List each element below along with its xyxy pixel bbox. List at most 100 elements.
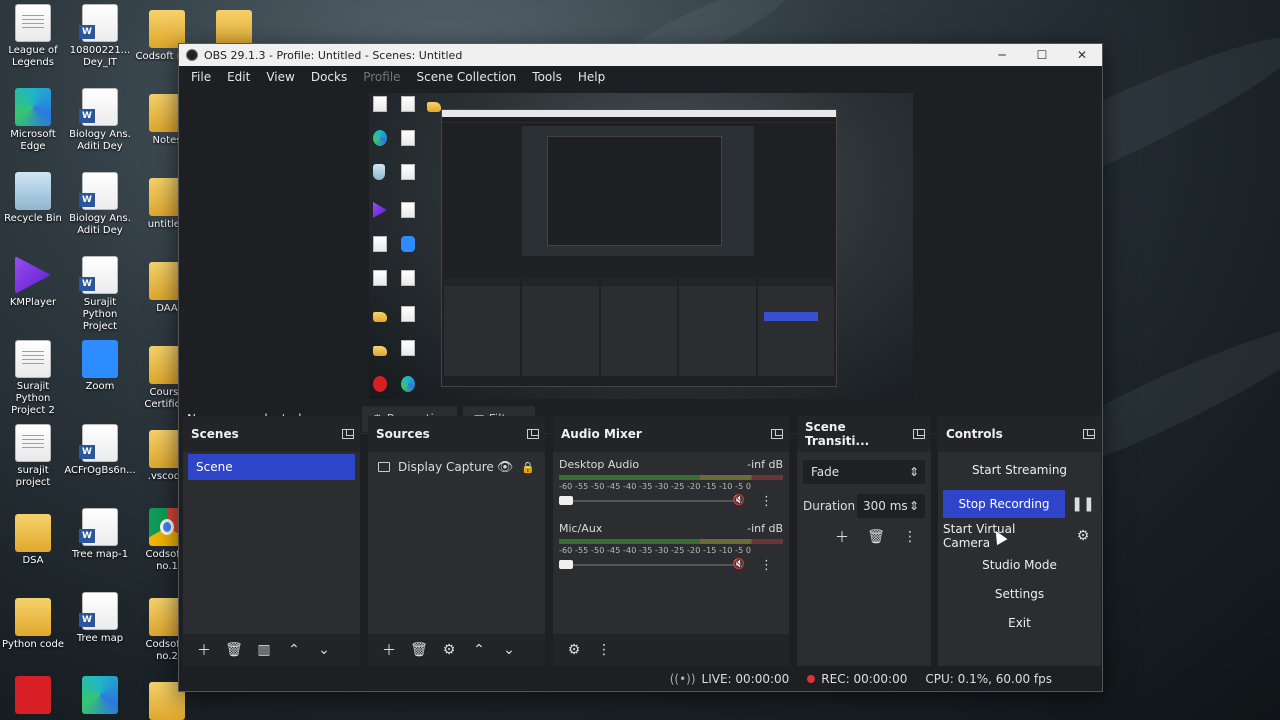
minimize-button[interactable]: ─ xyxy=(982,44,1022,66)
desktop-icon[interactable]: KMPlayer xyxy=(0,256,66,336)
settings-button[interactable]: Settings xyxy=(943,580,1096,608)
exit-button[interactable]: Exit xyxy=(943,609,1096,637)
desktop-icon[interactable]: Recycle Bin xyxy=(0,172,66,252)
desktop-icon[interactable]: surajit project xyxy=(0,424,66,504)
volume-slider[interactable] xyxy=(559,496,743,505)
source-item[interactable]: Display Capture 👁 🔒 xyxy=(374,456,539,478)
word-icon xyxy=(79,88,118,126)
scene-filters-icon[interactable]: ▥ xyxy=(253,639,275,661)
menu-view[interactable]: View xyxy=(260,70,300,84)
preview-icon xyxy=(401,96,415,112)
desktop-icon[interactable] xyxy=(67,676,133,720)
pause-recording-icon[interactable]: ❚❚ xyxy=(1069,490,1097,518)
antenna-icon: ((•)) xyxy=(669,672,696,686)
menu-docks[interactable]: Docks xyxy=(305,70,353,84)
menu-help[interactable]: Help xyxy=(572,70,611,84)
desktop-icon[interactable]: DSA xyxy=(0,508,66,588)
advanced-audio-icon[interactable]: ⚙ xyxy=(563,639,585,661)
undock-icon[interactable] xyxy=(527,429,539,439)
menu-edit[interactable]: Edit xyxy=(221,70,256,84)
move-down-icon[interactable]: ⌄ xyxy=(498,639,520,661)
sources-dock: Sources Display Capture 👁 🔒 ＋ 🗑 ⚙ ⌃ ⌄ xyxy=(368,416,545,666)
word-icon xyxy=(79,172,118,210)
menu-profile[interactable]: Profile xyxy=(357,70,406,84)
remove-scene-icon[interactable]: 🗑 xyxy=(223,639,245,661)
undock-icon[interactable] xyxy=(771,429,783,439)
add-transition-icon[interactable]: ＋ xyxy=(831,526,853,548)
monitor-icon xyxy=(378,462,390,472)
close-button[interactable]: ✕ xyxy=(1062,44,1102,66)
preview-icon xyxy=(373,130,387,146)
desktop-icon[interactable]: ACFrOgBs6n... xyxy=(64,424,136,504)
volume-slider[interactable] xyxy=(559,560,743,569)
desktop-icon-label: Python code xyxy=(2,639,64,650)
desktop-icon[interactable]: Surajit Python Project 2 xyxy=(0,340,66,420)
virtual-camera-row: Start Virtual Camera ⚙ xyxy=(938,522,1101,551)
move-down-icon[interactable]: ⌄ xyxy=(313,639,335,661)
kebab-menu-icon[interactable]: ⋮ xyxy=(760,558,773,573)
studio-mode-button[interactable]: Studio Mode xyxy=(943,551,1096,579)
scene-item[interactable]: Scene xyxy=(188,454,355,480)
kebab-menu-icon[interactable]: ⋮ xyxy=(760,494,773,509)
move-up-icon[interactable]: ⌃ xyxy=(283,639,305,661)
doc-icon xyxy=(15,4,51,42)
title-bar[interactable]: OBS 29.1.3 - Profile: Untitled - Scenes:… xyxy=(179,44,1102,66)
transition-select[interactable]: Fade ⇕ xyxy=(803,460,925,484)
spin-arrows-icon[interactable]: ⇕ xyxy=(909,499,919,513)
channel-level: -inf dB xyxy=(747,522,783,535)
live-status: ((•)) LIVE: 00:00:00 xyxy=(670,672,790,686)
speaker-muted-icon[interactable]: 🔇 xyxy=(733,559,745,570)
nested-dock xyxy=(444,278,521,376)
undock-icon[interactable] xyxy=(342,429,354,439)
status-bar: ((•)) LIVE: 00:00:00 REC: 00:00:00 CPU: 0… xyxy=(179,667,1102,691)
menu-tools[interactable]: Tools xyxy=(526,70,568,84)
nested-obs-window xyxy=(441,109,837,387)
menu-scene-collection[interactable]: Scene Collection xyxy=(411,70,523,84)
desktop-icon[interactable]: Biology Ans. Aditi Dey xyxy=(67,88,133,168)
slider-knob[interactable] xyxy=(559,496,573,505)
desktop-icon[interactable]: Zoom xyxy=(67,340,133,420)
eye-icon[interactable]: 👁 xyxy=(497,460,514,475)
remove-transition-icon[interactable]: 🗑 xyxy=(865,526,887,548)
source-settings-icon[interactable]: ⚙ xyxy=(438,639,460,661)
start-streaming-button[interactable]: Start Streaming xyxy=(943,456,1096,484)
preview-icon xyxy=(373,346,387,356)
maximize-button[interactable]: ☐ xyxy=(1022,44,1062,66)
add-source-icon[interactable]: ＋ xyxy=(378,639,400,661)
desktop-icon-label: Zoom xyxy=(85,381,115,392)
program-preview[interactable] xyxy=(369,93,913,399)
kebab-menu-icon[interactable]: ⋮ xyxy=(899,526,921,548)
stop-recording-button[interactable]: Stop Recording xyxy=(943,490,1065,518)
volume-meter xyxy=(559,475,783,480)
desktop-icon[interactable]: Surajit Python Project xyxy=(67,256,133,336)
mixer-channel: Desktop Audio -inf dB -60 -55 -50 -45 -4… xyxy=(553,452,789,516)
speaker-muted-icon[interactable]: 🔇 xyxy=(733,495,745,506)
duration-spinbox[interactable]: 300 ms ⇕ xyxy=(857,494,925,518)
desktop-icon[interactable]: League of Legends xyxy=(0,4,66,84)
desktop-icon-label: 10800221... Dey_IT xyxy=(69,45,131,68)
desktop-icon[interactable]: 10800221... Dey_IT xyxy=(67,4,133,84)
slider-knob[interactable] xyxy=(559,560,573,569)
menu-file[interactable]: File xyxy=(185,70,217,84)
desktop-icon-label: Surajit Python Project xyxy=(82,297,118,332)
lock-icon[interactable]: 🔒 xyxy=(521,461,535,474)
undock-icon[interactable] xyxy=(913,429,925,439)
word-icon xyxy=(79,424,118,462)
folder-icon xyxy=(15,598,51,636)
add-scene-icon[interactable]: ＋ xyxy=(193,639,215,661)
desktop-icon[interactable]: Biology Ans. Aditi Dey xyxy=(67,172,133,252)
kebab-menu-icon[interactable]: ⋮ xyxy=(593,639,615,661)
undock-icon[interactable] xyxy=(1083,429,1095,439)
desktop-icon[interactable]: Tree map xyxy=(67,592,133,672)
desktop-icon[interactable] xyxy=(0,676,66,720)
zoom-icon xyxy=(82,340,118,378)
desktop-icon[interactable]: Python code xyxy=(0,592,66,672)
virtual-camera-settings-icon[interactable]: ⚙ xyxy=(1069,522,1097,550)
desktop-icon-label: Recycle Bin xyxy=(4,213,62,224)
move-up-icon[interactable]: ⌃ xyxy=(468,639,490,661)
desktop-icon[interactable]: Tree map-1 xyxy=(67,508,133,588)
channel-name: Mic/Aux xyxy=(559,522,603,535)
desktop-icon[interactable]: Microsoft Edge xyxy=(0,88,66,168)
remove-source-icon[interactable]: 🗑 xyxy=(408,639,430,661)
audio-mixer-title: Audio Mixer xyxy=(561,427,642,441)
